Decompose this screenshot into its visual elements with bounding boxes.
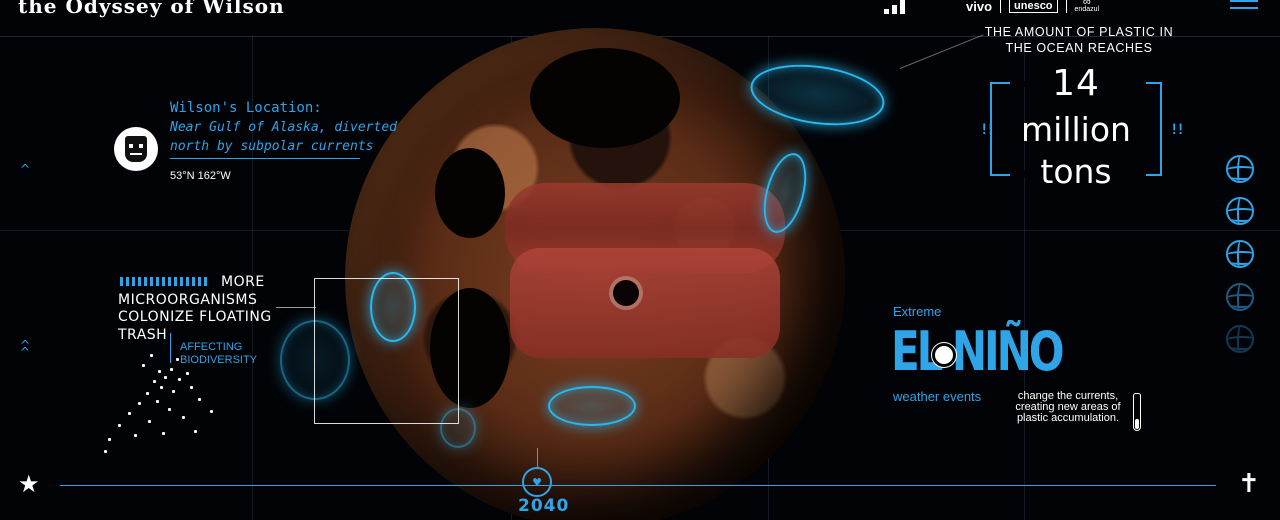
timeline-marker-line [537,448,538,468]
site-logo[interactable]: the Odyssey of Wilson [18,0,285,18]
particle-cluster [98,350,238,460]
ball-icon[interactable] [1226,197,1254,225]
el-nino-title: EL NIÑO [891,320,1065,383]
scroll-up-double-icon[interactable]: ^ ^ [20,339,30,358]
partner-separator [1065,0,1067,13]
location-coordinates: 53°N 162°W [170,170,231,182]
el-nino-description: change the currents, creating new areas … [1015,390,1121,424]
ball-red-band [510,248,780,358]
scroll-up-icon[interactable]: ^ [20,163,30,175]
stats-icon[interactable] [884,0,908,14]
microorganisms-heading-rest: MICROORGANISMS COLONIZE FLOATING TRASH [118,291,272,343]
partner-separator [1000,0,1002,13]
ball-icon[interactable] [1226,325,1254,353]
plastic-pointer-line [899,34,984,69]
timeline-marker[interactable]: ♥ [522,467,552,497]
ball-icon[interactable] [1226,283,1254,311]
wilson-face-icon [125,136,147,162]
focus-box [314,278,459,424]
plastic-unit-line1: million [1021,110,1131,149]
el-nino-subtitle: weather events [893,389,982,404]
wilson-avatar[interactable] [114,127,158,171]
ball-hole [530,48,680,148]
timeline-track[interactable] [60,485,1216,486]
cross-icon[interactable]: ✝ [1238,469,1260,499]
hamburger-menu-icon[interactable] [1230,0,1258,12]
unesco-logo[interactable]: unesco [1009,0,1058,13]
alert-left-icon: !! [980,122,995,138]
heart-icon: ♥ [532,475,542,489]
microorganisms-heading: MORE MICROORGANISMS COLONIZE FLOATING TR… [118,274,298,344]
ball-spot [613,280,639,306]
location-description: Near Gulf of Alaska, diverted north by s… [170,120,397,154]
endazul-logo[interactable]: ∞ endazul [1075,0,1100,14]
sun-icon [935,346,953,364]
focus-connector [276,307,316,308]
plastic-amount: 14 [1052,63,1100,104]
ball-hole [435,148,505,238]
plastic-unit-line2: tons [1040,152,1112,191]
ball-icon[interactable] [1226,155,1254,183]
microorganisms-heading-line1: MORE [221,274,265,290]
vivo-logo[interactable]: vivo [966,0,992,14]
thermometer-icon [1133,393,1141,431]
microorganism-pod [548,386,636,426]
location-title: Wilson's Location: [170,100,322,116]
alert-right-icon: !! [1170,122,1185,138]
partner-logos: vivo unesco ∞ endazul [966,0,1099,14]
star-icon[interactable]: ★ [18,470,40,498]
plastic-caption: THE AMOUNT OF PLASTIC IN THE OCEAN REACH… [984,25,1174,55]
timeline-year: 2040 [518,496,570,516]
location-underline [170,158,360,159]
ball-icon[interactable] [1226,240,1254,268]
